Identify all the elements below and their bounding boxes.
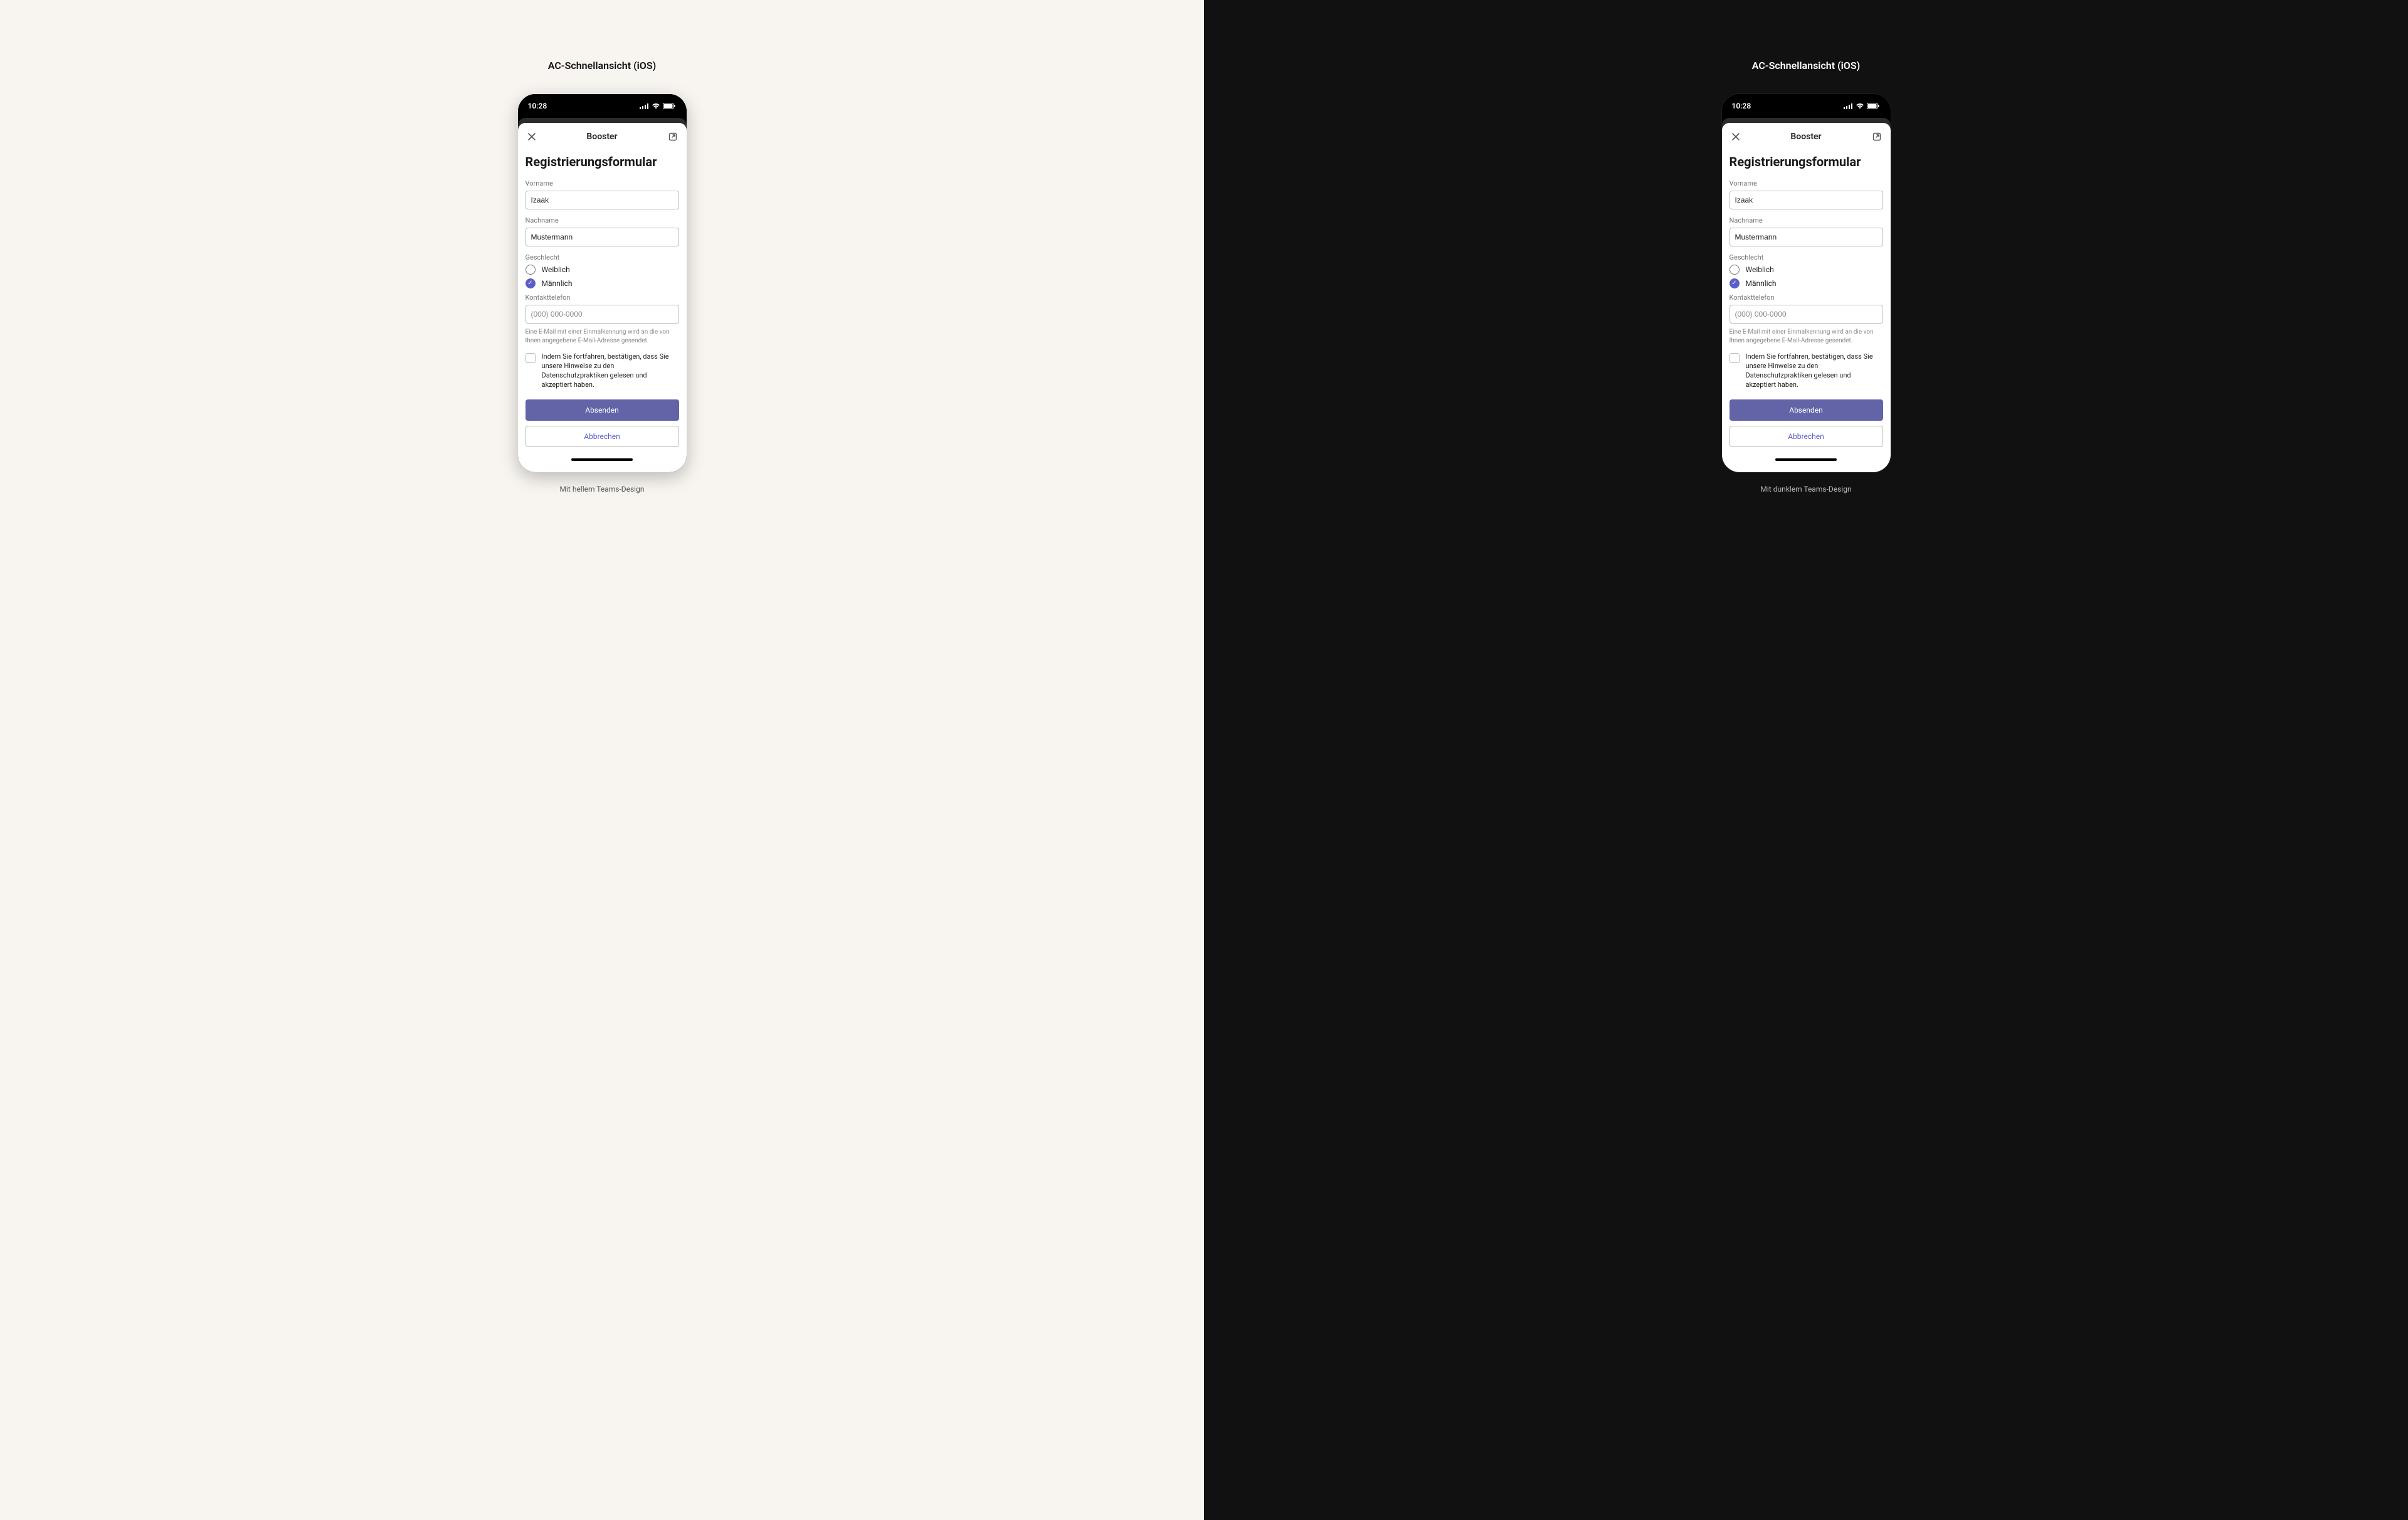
phone-help-text: Eine E-Mail mit einer Einmalkennung wird… [1729, 328, 1883, 345]
cancel-button[interactable]: Abbrechen [525, 426, 679, 447]
sheet-title: Booster [586, 132, 617, 142]
firstname-input[interactable] [1729, 191, 1883, 209]
statusbar: 10:28 [518, 94, 687, 118]
radio-male[interactable]: ✓ Männlich [1729, 278, 1883, 288]
panel-title-light: AC-Schnellansicht (iOS) [548, 60, 656, 71]
signal-icon [1844, 103, 1853, 109]
radio-circle-icon [1729, 265, 1740, 275]
lastname-input[interactable] [1729, 228, 1883, 246]
radio-male-label: Männlich [542, 279, 573, 288]
submit-button[interactable]: Absenden [525, 399, 679, 421]
panel-light: AC-Schnellansicht (iOS) 10:28 Booster [0, 0, 1204, 1520]
form-heading: Registrierungsformular [1729, 154, 1883, 169]
gender-label: Geschlecht [525, 253, 679, 261]
gender-label: Geschlecht [1729, 253, 1883, 261]
phone-label: Kontakttelefon [525, 293, 679, 302]
radio-female[interactable]: Weiblich [525, 265, 679, 275]
close-icon[interactable] [1729, 130, 1742, 143]
checkbox-icon [1729, 353, 1740, 363]
sheet-title: Booster [1790, 132, 1821, 142]
statusbar-icons [1844, 103, 1879, 109]
consent-text: Indem Sie fortfahren, bestätigen, dass S… [542, 352, 679, 389]
lastname-input[interactable] [525, 228, 679, 246]
phone-input[interactable] [1729, 305, 1883, 324]
modal-sheet: Booster Registrierungsformular Vorname N… [1722, 123, 1891, 472]
phone-frame-dark: 10:28 Booster Registrierungsformul [1722, 94, 1891, 472]
panel-title-dark: AC-Schnellansicht (iOS) [1752, 60, 1860, 71]
battery-icon [1867, 103, 1879, 109]
consent-checkbox-row[interactable]: Indem Sie fortfahren, bestätigen, dass S… [525, 352, 679, 389]
phone-help-text: Eine E-Mail mit einer Einmalkennung wird… [525, 328, 679, 345]
sheet-backdrop: Booster Registrierungsformular Vorname N… [518, 118, 687, 472]
home-indicator [1775, 458, 1837, 461]
radio-circle-icon [525, 265, 536, 275]
radio-female[interactable]: Weiblich [1729, 265, 1883, 275]
firstname-input[interactable] [525, 191, 679, 209]
checkbox-icon [525, 353, 536, 363]
statusbar: 10:28 [1722, 94, 1891, 118]
consent-text: Indem Sie fortfahren, bestätigen, dass S… [1746, 352, 1883, 389]
wifi-icon [652, 103, 660, 109]
submit-button[interactable]: Absenden [1729, 399, 1883, 421]
radio-female-label: Weiblich [1746, 265, 1774, 274]
phone-input[interactable] [525, 305, 679, 324]
battery-icon [663, 103, 675, 109]
open-external-icon[interactable] [667, 130, 679, 143]
cancel-button[interactable]: Abbrechen [1729, 426, 1883, 447]
wifi-icon [1856, 103, 1864, 109]
phone-label: Kontakttelefon [1729, 293, 1883, 302]
statusbar-time: 10:28 [528, 102, 547, 110]
radio-male[interactable]: ✓ Männlich [525, 278, 679, 288]
lastname-label: Nachname [525, 216, 679, 224]
consent-checkbox-row[interactable]: Indem Sie fortfahren, bestätigen, dass S… [1729, 352, 1883, 389]
radio-circle-selected-icon: ✓ [525, 278, 536, 288]
sheet-backdrop: Booster Registrierungsformular Vorname N… [1722, 118, 1891, 472]
radio-circle-selected-icon: ✓ [1729, 278, 1740, 288]
firstname-label: Vorname [1729, 179, 1883, 187]
panel-dark: AC-Schnellansicht (iOS) 10:28 Booster [1204, 0, 2408, 1520]
close-icon[interactable] [525, 130, 538, 143]
signal-icon [640, 103, 649, 109]
sheet-header: Booster [1729, 130, 1883, 143]
phone-frame-light: 10:28 Booster Registrierungsformul [518, 94, 687, 472]
lastname-label: Nachname [1729, 216, 1883, 224]
caption-light: Mit hellem Teams-Design [560, 485, 645, 493]
home-indicator [571, 458, 633, 461]
caption-dark: Mit dunklem Teams-Design [1760, 485, 1851, 493]
open-external-icon[interactable] [1871, 130, 1883, 143]
statusbar-icons [640, 103, 675, 109]
radio-male-label: Männlich [1746, 279, 1777, 288]
statusbar-time: 10:28 [1732, 102, 1751, 110]
firstname-label: Vorname [525, 179, 679, 187]
radio-female-label: Weiblich [542, 265, 570, 274]
sheet-header: Booster [525, 130, 679, 143]
form-heading: Registrierungsformular [525, 154, 679, 169]
modal-sheet: Booster Registrierungsformular Vorname N… [518, 123, 687, 472]
